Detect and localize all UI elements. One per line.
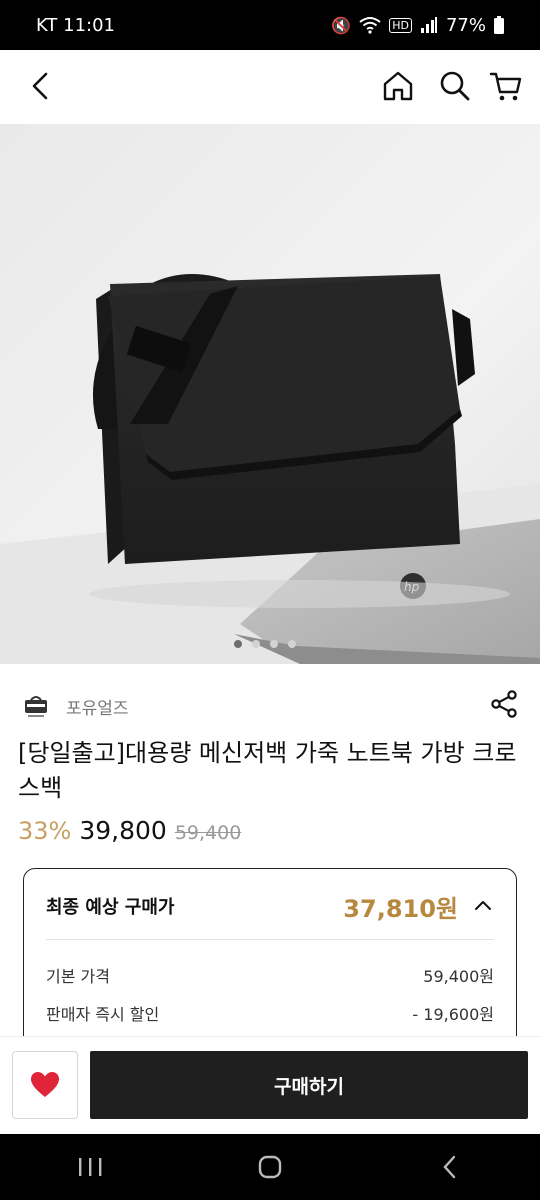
app-screen: KT 11:01 🔇 HD 77% 포유얼즈 [당일출고]대용량 메신저백 가죽… [0, 0, 540, 1200]
home-nav-button[interactable] [240, 1147, 300, 1187]
seller-logo-icon [25, 696, 47, 717]
recent-apps-button[interactable] [60, 1147, 120, 1187]
home-icon[interactable] [380, 68, 416, 104]
back-arrow-icon[interactable] [24, 68, 60, 104]
status-bar: KT 11:01 🔇 HD 77% [0, 0, 540, 50]
sale-price: 39,800 [79, 816, 167, 845]
seller-discount-label: 판매자 즉시 할인 [46, 1005, 160, 1024]
battery-icon [494, 16, 504, 34]
page-dot [288, 640, 296, 648]
back-chevron-icon [443, 1155, 456, 1179]
seller-name[interactable]: 포유얼즈 [66, 694, 129, 719]
home-circle-icon [258, 1155, 282, 1179]
buy-button[interactable]: 구매하기 [90, 1051, 528, 1119]
like-button[interactable] [12, 1051, 78, 1119]
recent-apps-icon [79, 1158, 102, 1176]
carrier-time: KT 11:01 [36, 14, 115, 36]
base-price-label: 기본 가격 [46, 967, 110, 986]
cart-icon[interactable] [488, 68, 524, 104]
search-icon[interactable] [437, 68, 473, 104]
original-price: 59,400 [174, 822, 242, 844]
product-title: [당일출고]대용량 메신저백 가죽 노트북 가방 크로스백 [18, 739, 517, 802]
heart-icon [31, 1072, 59, 1097]
base-price-line: 기본 가격 59,400원 [46, 963, 494, 987]
page-dot [234, 640, 242, 648]
page-dot [270, 640, 278, 648]
mute-icon: 🔇 [331, 15, 352, 35]
price-row: 33% 39,800 59,400 [18, 816, 241, 845]
seller-discount-value: - 19,600원 [412, 1005, 494, 1024]
product-image-carousel[interactable]: hp [0, 124, 540, 664]
product-image: hp [0, 124, 540, 664]
signal-icon [420, 17, 437, 33]
battery-percent: 77% [445, 14, 486, 36]
base-price-value: 59,400원 [423, 967, 494, 986]
wifi-icon [359, 17, 381, 34]
divider [46, 939, 494, 940]
status-icons: 🔇 HD 77% [331, 15, 504, 36]
page-dot [252, 640, 260, 648]
hd-badge: HD [389, 17, 412, 33]
top-app-bar [0, 50, 540, 124]
bottom-action-bar: 구매하기 [0, 1036, 540, 1134]
image-page-indicator [234, 640, 296, 648]
final-price-label: 최종 예상 구매가 [46, 897, 175, 918]
price-summary-header[interactable]: 최종 예상 구매가 37,810원 [46, 883, 494, 929]
back-nav-button[interactable] [420, 1147, 480, 1187]
final-price-value: 37,810원 [343, 894, 458, 923]
seller-row[interactable]: 포유얼즈 [22, 688, 520, 724]
chevron-up-icon[interactable] [472, 895, 494, 917]
share-icon[interactable] [488, 688, 520, 720]
system-nav-bar [0, 1134, 540, 1200]
seller-discount-line: 판매자 즉시 할인 - 19,600원 [46, 1001, 494, 1025]
discount-rate: 33% [18, 817, 72, 845]
